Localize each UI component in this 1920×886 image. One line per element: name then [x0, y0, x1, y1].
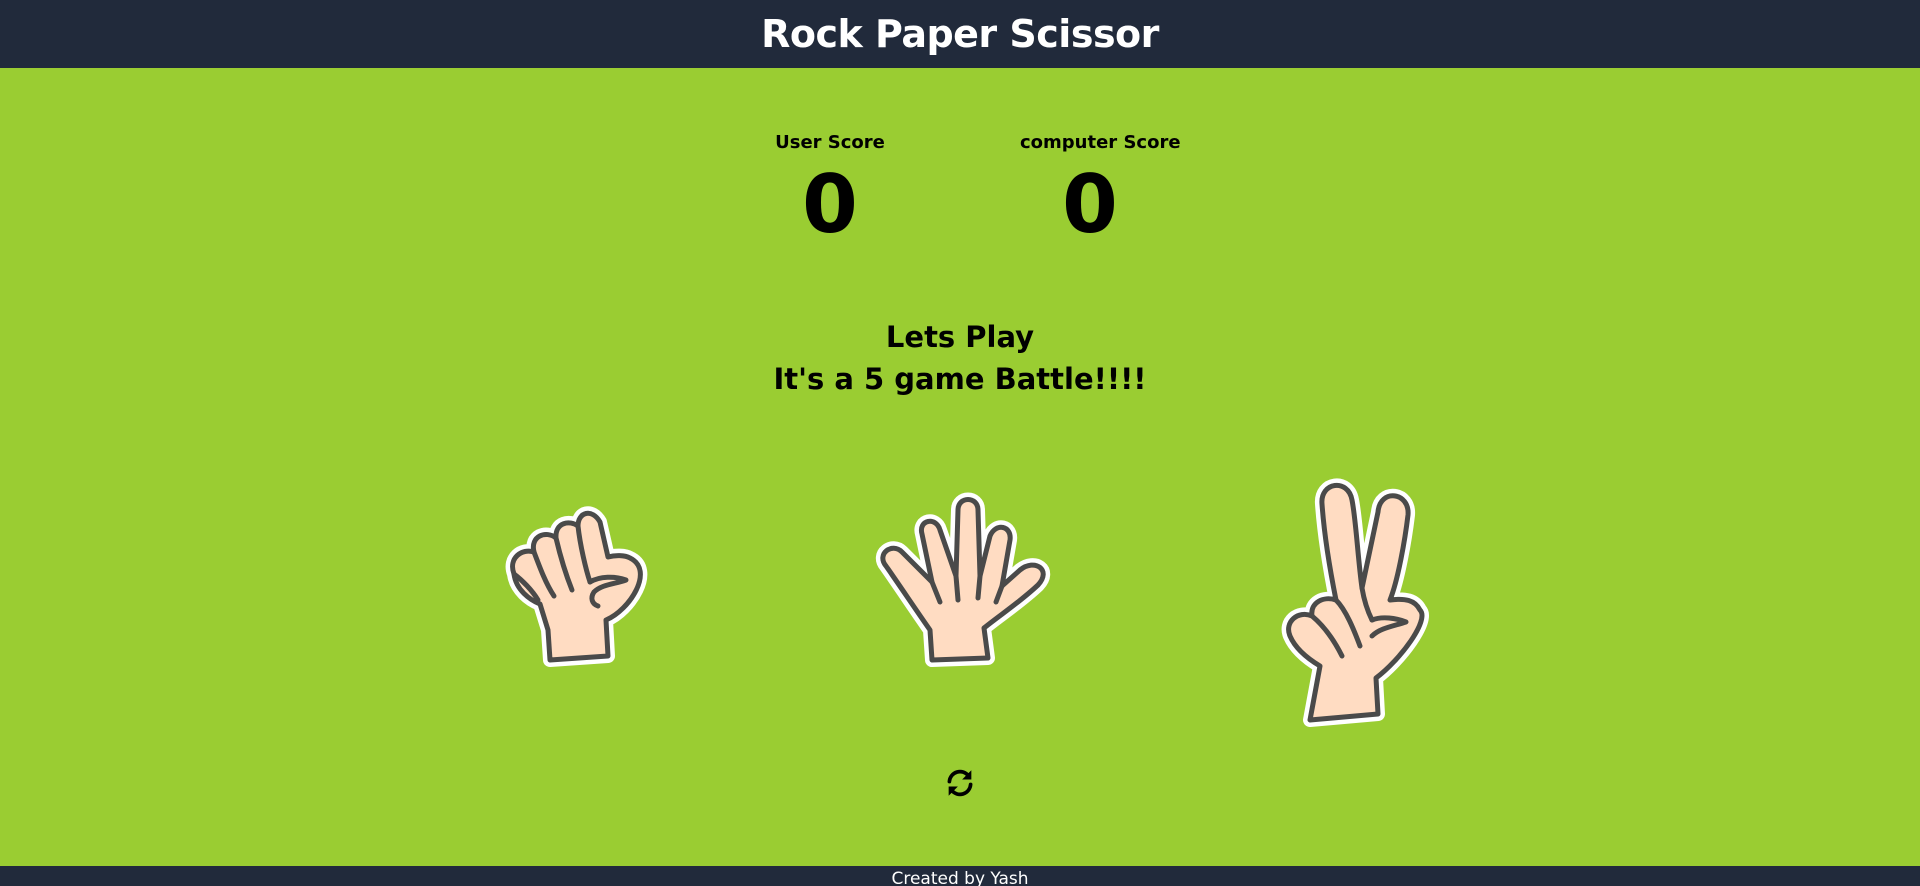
- message-line-1: Lets Play: [885, 320, 1035, 354]
- message-line-2: It's a 5 game Battle!!!!: [773, 362, 1147, 396]
- app-header: Rock Paper Scissor: [0, 0, 1920, 68]
- paper-choice-button[interactable]: [860, 490, 1060, 690]
- refresh-icon: [947, 769, 973, 797]
- scoreboard: User Score 0 computer Score 0: [0, 132, 1920, 245]
- paper-hand-icon: [875, 492, 1051, 667]
- reset-button[interactable]: [940, 763, 980, 803]
- user-score-box: User Score 0: [760, 132, 900, 245]
- footer-credit: Created by Yash: [891, 869, 1029, 886]
- scissors-choice-button[interactable]: [1250, 470, 1440, 730]
- computer-score-label: computer Score: [1020, 132, 1181, 153]
- page-footer: Created by Yash: [0, 866, 1920, 886]
- rock-choice-button[interactable]: [480, 500, 660, 700]
- game-message: Lets Play It's a 5 game Battle!!!!: [0, 316, 1920, 400]
- computer-score-value: 0: [1062, 158, 1118, 251]
- computer-score-box: computer Score 0: [1020, 132, 1181, 251]
- user-score-value: 0: [802, 158, 858, 251]
- rock-hand-icon: [505, 506, 648, 667]
- user-score-label: User Score: [775, 132, 885, 153]
- scissors-hand-icon: [1281, 478, 1429, 727]
- page-title: Rock Paper Scissor: [761, 12, 1159, 56]
